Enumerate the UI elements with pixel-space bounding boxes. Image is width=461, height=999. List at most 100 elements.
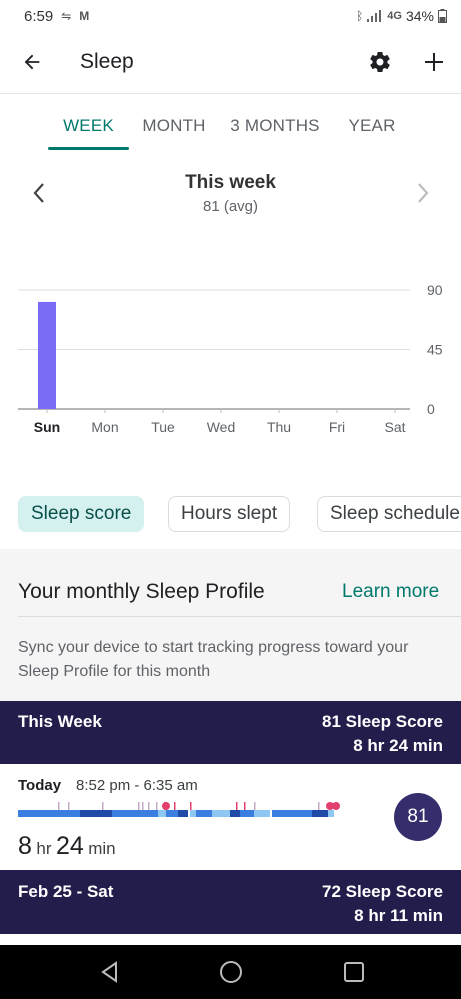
period-tabs: WEEK MONTH 3 MONTHS YEAR (0, 106, 461, 152)
week-summary-duration: 8 hr 24 min (353, 736, 443, 755)
tab-month[interactable]: MONTH (136, 106, 212, 152)
week-summary-score: 81 Sleep Score (322, 712, 443, 731)
stage-segment (272, 810, 312, 817)
nav-recents-button[interactable] (334, 955, 374, 989)
back-button[interactable] (16, 46, 48, 78)
page-title: Sleep (80, 50, 134, 73)
stage-segment (230, 810, 240, 817)
awake-tick (148, 802, 150, 810)
status-bar: 6:59 ⇋ M ᛒ 4G 34% (0, 0, 461, 32)
stage-segment (312, 810, 328, 817)
metric-chips: Sleep score Hours slept Sleep schedule (0, 496, 461, 532)
divider (18, 616, 461, 617)
system-nav-bar (0, 945, 461, 999)
stage-segment (190, 810, 196, 817)
x-tick-label: Sun (34, 419, 60, 435)
stage-segment (166, 810, 178, 817)
sleep-score-chart: 0 45 90 Sun Mon Tue Wed Thu Fri Sat (18, 282, 443, 435)
battery-percent: 34% (405, 8, 434, 24)
stage-segment (80, 810, 112, 817)
period-navigator: This week 81 (avg) (0, 170, 461, 220)
bar-sun (38, 301, 56, 409)
stage-segment (240, 810, 254, 817)
awake-tick (236, 802, 238, 810)
stage-segment (212, 810, 230, 817)
x-tick-label: Mon (91, 419, 118, 435)
signal-icon (367, 10, 382, 22)
bluetooth-icon: ᛒ (356, 9, 364, 23)
add-button[interactable] (418, 46, 450, 78)
arrow-left-icon (24, 54, 40, 70)
previous-day-entry[interactable]: Feb 25 - Sat 72 Sleep Score 8 hr 11 min (0, 870, 461, 934)
sleep-profile-description: Sync your device to start tracking progr… (18, 639, 409, 680)
tab-year[interactable]: YEAR (338, 106, 406, 152)
sleep-stages-bar (18, 802, 340, 817)
y-tick-label: 90 (427, 282, 443, 298)
status-time: 6:59 (24, 7, 54, 25)
awake-tick (68, 802, 70, 810)
entry-minutes: 24 (55, 832, 84, 860)
stage-segment (18, 810, 80, 817)
stage-segment (328, 810, 334, 817)
status-left: 6:59 ⇋ M (24, 8, 89, 25)
period-average: 81 (avg) (202, 198, 259, 215)
next-period-button[interactable] (410, 178, 436, 208)
awake-tick (254, 802, 256, 810)
chevron-right-icon (418, 183, 429, 203)
entry-hours: 8 (18, 832, 32, 860)
status-right: ᛒ 4G 34% (356, 8, 447, 24)
awake-tick (102, 802, 104, 810)
awake-tick (190, 802, 192, 810)
today-sleep-entry[interactable]: Today 8:52 pm - 6:35 am 8 hr 24 min 81 (0, 764, 461, 870)
y-tick-label: 45 (427, 342, 443, 358)
entry-minutes-unit: min (88, 839, 116, 858)
awake-tick (174, 802, 176, 810)
awake-tick (142, 802, 144, 810)
plus-icon (425, 53, 443, 71)
x-tick-label: Tue (151, 419, 175, 435)
network-type: 4G (387, 10, 402, 22)
entry-day-label: Today (18, 777, 62, 794)
tab-week[interactable]: WEEK (48, 106, 129, 152)
learn-more-link[interactable]: Learn more (342, 581, 439, 603)
stage-segment (112, 810, 158, 817)
entry-duration: 8 hr 24 min (18, 832, 116, 861)
awake-tick (58, 802, 60, 810)
awake-marker (332, 802, 340, 810)
chip-hours-slept[interactable]: Hours slept (168, 496, 291, 532)
circle-home-icon (220, 961, 242, 983)
awake-marker (162, 802, 170, 810)
x-tick-label: Fri (329, 419, 345, 435)
stage-segment (158, 810, 166, 817)
x-tick-label: Thu (267, 419, 291, 435)
awake-tick (244, 802, 246, 810)
nav-back-button[interactable] (90, 955, 130, 989)
nav-home-button[interactable] (211, 955, 251, 989)
previous-day-duration: 8 hr 11 min (354, 906, 443, 925)
x-tick-label: Wed (207, 419, 236, 435)
usb-icon: ⇋ (61, 9, 72, 23)
y-tick-label: 0 (427, 401, 435, 417)
gear-icon (370, 52, 390, 73)
tab-3-months[interactable]: 3 MONTHS (224, 106, 326, 152)
entry-score-badge: 81 (394, 793, 442, 841)
stage-segment (254, 810, 270, 817)
entry-hours-unit: hr (36, 839, 52, 858)
chip-sleep-schedule[interactable]: Sleep schedule (317, 496, 461, 532)
triangle-back-icon (101, 961, 117, 983)
square-recents-icon (344, 962, 364, 982)
week-summary-header: This Week 81 Sleep Score 8 hr 24 min (0, 701, 461, 764)
awake-tick (318, 802, 320, 810)
period-title: This week (185, 172, 276, 193)
battery-icon (438, 9, 447, 23)
awake-tick (138, 802, 140, 810)
previous-day-score: 72 Sleep Score (322, 882, 443, 901)
tab-indicator (48, 147, 129, 150)
settings-button[interactable] (364, 46, 396, 78)
chip-sleep-score[interactable]: Sleep score (18, 496, 145, 532)
app-bar: Sleep (0, 32, 461, 94)
stage-segment (196, 810, 212, 817)
sleep-profile-title: Your monthly Sleep Profile (18, 580, 265, 603)
awake-tick (156, 802, 158, 810)
previous-day-label: Feb 25 - Sat (18, 882, 114, 901)
